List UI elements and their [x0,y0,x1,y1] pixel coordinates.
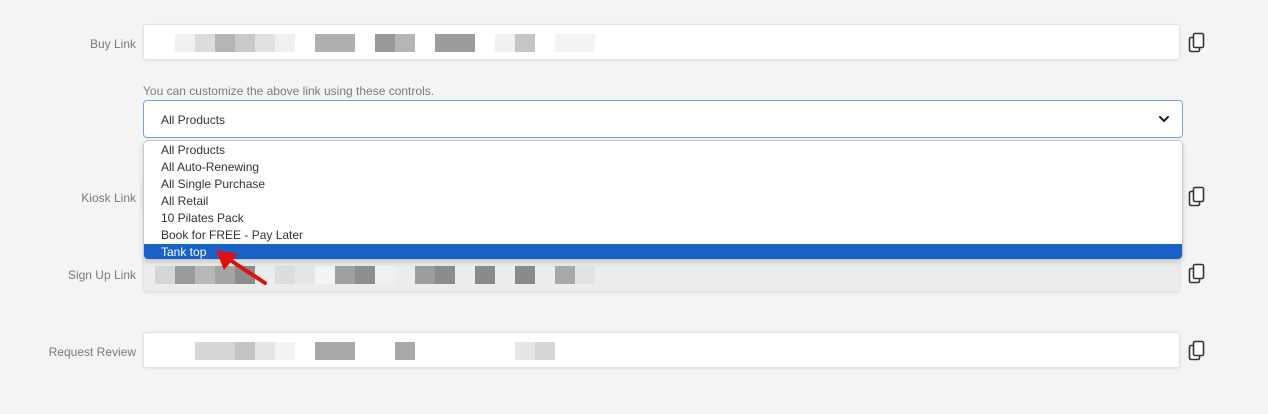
product-filter-select[interactable]: All Products [143,100,1183,138]
buy-link-field[interactable] [143,24,1180,60]
dropdown-option-all-single-purchase[interactable]: All Single Purchase [144,176,1182,193]
copy-icon [1188,263,1205,284]
dropdown-option-tank-top[interactable]: Tank top [144,244,1182,259]
copy-kiosk-link-button[interactable] [1188,186,1208,208]
request-review-field[interactable] [143,332,1180,368]
dropdown-option-all-auto-renewing[interactable]: All Auto-Renewing [144,159,1182,176]
dropdown-option-all-retail[interactable]: All Retail [144,193,1182,210]
product-filter-dropdown[interactable]: All Products All Auto-Renewing All Singl… [143,140,1183,260]
dropdown-option-10-pilates-pack[interactable]: 10 Pilates Pack [144,210,1182,227]
dropdown-option-all-products[interactable]: All Products [144,142,1182,159]
signup-link-label: Sign Up Link [67,268,136,282]
dropdown-option-book-for-free[interactable]: Book for FREE - Pay Later [144,227,1182,244]
buy-link-label: Buy Link [89,37,136,51]
customize-hint: You can customize the above link using t… [143,84,435,98]
copy-icon [1188,340,1205,361]
chevron-down-icon [1159,116,1169,122]
copy-icon [1188,186,1205,207]
copy-request-review-button[interactable] [1188,340,1208,362]
request-review-label: Request Review [48,345,136,359]
copy-signup-link-button[interactable] [1188,263,1208,285]
copy-buy-link-button[interactable] [1188,32,1208,54]
product-filter-value: All Products [161,113,226,127]
signup-link-field[interactable] [143,256,1180,292]
copy-icon [1188,32,1205,53]
red-arrow-icon [216,250,267,285]
kiosk-link-label: Kiosk Link [81,191,136,205]
